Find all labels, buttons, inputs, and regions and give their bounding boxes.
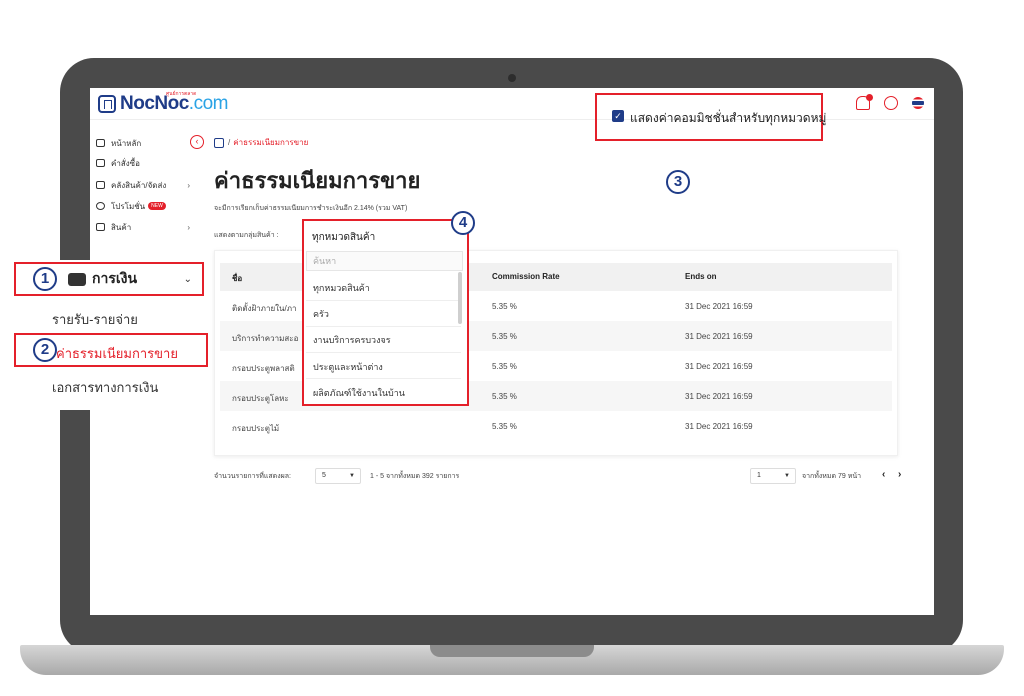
option-divider	[306, 326, 461, 327]
sidebar-item-label: คำสั่งซื้อ	[111, 158, 140, 168]
fee-note: จะมีการเรียกเก็บค่าธรรมเนียมการชำระเงินอ…	[214, 205, 408, 212]
cell-rate: 5.35 %	[492, 392, 517, 401]
breadcrumb: / ค่าธรรมเนียมการขาย	[214, 136, 308, 149]
sidebar-item-warehouse[interactable]: คลังสินค้า/จัดส่ง ›	[96, 176, 206, 194]
per-page-value: 5	[322, 472, 326, 479]
dropdown-option[interactable]: ผลิตภัณฑ์ใช้งานในบ้าน	[313, 386, 405, 400]
chevron-down-icon: ⌄	[183, 273, 192, 285]
breadcrumb-current: ค่าธรรมเนียมการขาย	[233, 138, 309, 147]
sidebar-item-home[interactable]: หน้าหลัก	[96, 134, 206, 152]
range-text: 1 - 5 จากทั้งหมด 392 รายการ	[370, 473, 460, 480]
sidebar-subitem-label: ค่าธรรมเนียมการขาย	[56, 346, 178, 361]
cell-ends: 31 Dec 2021 16:59	[685, 392, 753, 401]
warehouse-icon	[96, 181, 105, 189]
cell-ends: 31 Dec 2021 16:59	[685, 422, 753, 431]
column-header-name[interactable]: ชื่อ	[232, 272, 242, 285]
cell-name: กรอบประตูโลหะ	[232, 394, 289, 403]
option-divider	[306, 352, 461, 353]
cell-name: ติดตั้งฝ้าภายใน/ภา	[232, 304, 297, 313]
callout-2: 2	[33, 338, 57, 362]
callout-3: 3	[666, 170, 690, 194]
next-page-icon[interactable]: ›	[898, 469, 901, 480]
cell-rate: 5.35 %	[492, 332, 517, 341]
chevron-right-icon: ›	[187, 222, 190, 232]
product-icon	[96, 223, 105, 231]
per-page-label: จำนวนรายการที่แสดงผล:	[214, 473, 291, 480]
callout-4: 4	[451, 211, 475, 235]
sidebar-subitem-financial-documents[interactable]: เอกสารทางการเงิน	[52, 377, 158, 398]
cell-rate: 5.35 %	[492, 302, 517, 311]
chevron-right-icon: ›	[187, 180, 190, 190]
column-header-commission-rate[interactable]: Commission Rate	[492, 272, 560, 281]
shop-icon[interactable]	[214, 137, 224, 148]
dropdown-scrollbar[interactable]	[458, 272, 462, 324]
new-badge: NEW	[148, 202, 166, 210]
breadcrumb-separator: /	[228, 138, 231, 147]
product-group-label: แสดงตามกลุ่มสินค้า :	[214, 232, 279, 239]
sidebar-item-label: โปรโมชั่น	[111, 201, 146, 211]
cell-name: กรอบประตูไม้	[232, 424, 280, 433]
bell-icon[interactable]	[856, 94, 873, 110]
user-icon[interactable]	[884, 96, 898, 110]
thai-flag-icon[interactable]	[912, 97, 924, 109]
show-all-commission-checkbox[interactable]: ✓	[612, 110, 624, 122]
promotion-icon	[96, 202, 105, 210]
laptop-camera	[508, 74, 516, 82]
dropdown-option[interactable]: ประตูและหน้าต่าง	[313, 360, 383, 374]
page-value: 1	[757, 472, 761, 479]
cell-rate: 5.35 %	[492, 362, 517, 371]
sidebar-item-label: สินค้า	[111, 222, 132, 232]
wallet-icon	[68, 272, 86, 286]
caret-down-icon: ▼	[784, 473, 790, 479]
sidebar-subitem-income-expense[interactable]: รายรับ-รายจ่าย	[52, 309, 138, 330]
column-header-ends-on[interactable]: Ends on	[685, 272, 717, 281]
sidebar-item-label: การเงิน	[92, 270, 138, 286]
brand-tagline: ศูนย์การตลาด	[166, 91, 197, 97]
caret-down-icon: ▼	[349, 473, 355, 479]
option-divider	[306, 378, 461, 379]
cell-rate: 5.35 %	[492, 422, 517, 431]
cell-name: กรอบประตูพลาสติ	[232, 364, 295, 373]
prev-page-icon[interactable]: ‹	[882, 469, 885, 480]
logo-icon	[98, 95, 116, 113]
page-select[interactable]: 1 ▼	[750, 468, 796, 484]
dropdown-option[interactable]: ทุกหมวดสินค้า	[313, 281, 370, 295]
brand-logo[interactable]: NocNoc.com ศูนย์การตลาด	[98, 91, 228, 116]
sidebar-item-orders[interactable]: คำสั่งซื้อ	[96, 154, 206, 172]
laptop-screen: NocNoc.com ศูนย์การตลาด ‹ หน้าหลัก คำสั่…	[90, 88, 934, 615]
per-page-select[interactable]: 5 ▼	[315, 468, 361, 484]
dropdown-search-input[interactable]: ค้นหา	[306, 251, 463, 271]
page-title: ค่าธรรมเนียมการขาย	[214, 168, 421, 193]
header-actions	[856, 94, 924, 110]
home-icon	[96, 139, 105, 147]
sidebar-item-label: คลังสินค้า/จัดส่ง	[111, 180, 167, 190]
cell-name: บริการทำความสะอ	[232, 334, 299, 343]
cell-ends: 31 Dec 2021 16:59	[685, 362, 753, 371]
table-row: กรอบประตูไม้ 5.35 % 31 Dec 2021 16:59	[220, 411, 892, 441]
dropdown-selected-value[interactable]: ทุกหมวดสินค้า	[312, 230, 375, 245]
total-pages-text: จากทั้งหมด 79 หน้า	[802, 473, 862, 480]
cell-ends: 31 Dec 2021 16:59	[685, 332, 753, 341]
dropdown-option[interactable]: ครัว	[313, 307, 329, 321]
show-all-commission-label[interactable]: แสดงค่าคอมมิชชั่นสำหรับทุกหมวดหมู่	[630, 109, 826, 128]
option-divider	[306, 300, 461, 301]
sidebar-item-promotion[interactable]: โปรโมชั่น NEW	[96, 197, 206, 215]
order-icon	[96, 159, 105, 167]
laptop-notch	[430, 645, 594, 657]
callout-1: 1	[33, 267, 57, 291]
notification-dot	[866, 94, 873, 101]
sidebar-item-products[interactable]: สินค้า ›	[96, 218, 206, 236]
cell-ends: 31 Dec 2021 16:59	[685, 302, 753, 311]
dropdown-option[interactable]: งานบริการครบวงจร	[313, 333, 391, 347]
sidebar-item-label: หน้าหลัก	[111, 138, 142, 148]
